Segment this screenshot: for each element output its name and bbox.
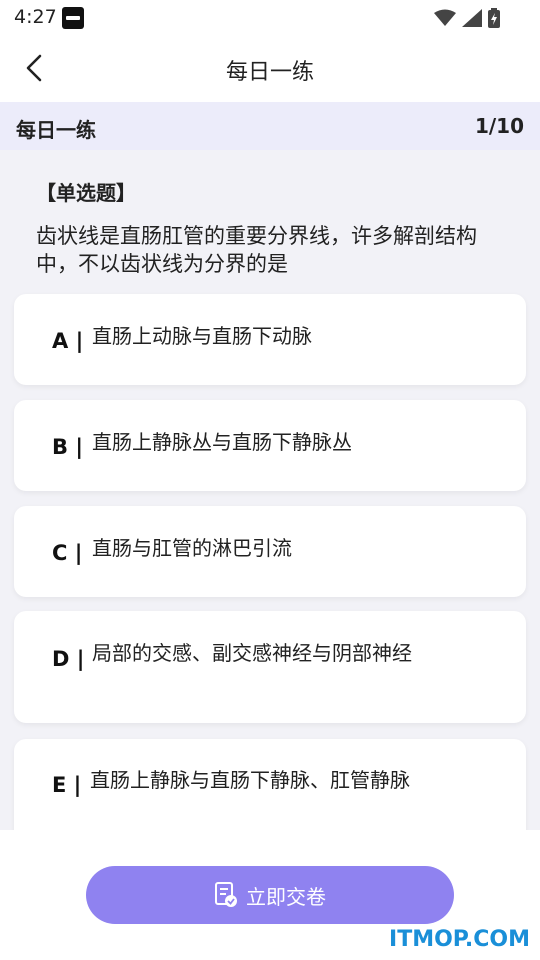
option-d[interactable]: D | 局部的交感、副交感神经与阴部神经 [14, 611, 526, 723]
option-text: 直肠与肛管的淋巴引流 [92, 536, 292, 560]
status-time: 4:27 [14, 6, 57, 28]
option-letter: A | [52, 329, 84, 353]
option-letter: C | [52, 541, 83, 565]
document-check-icon [215, 882, 237, 907]
status-icons [434, 8, 500, 28]
option-text: 直肠上静脉与直肠下静脉、肛管静脉 [90, 768, 410, 792]
option-c[interactable]: C | 直肠与肛管的淋巴引流 [14, 506, 526, 597]
section-title: 每日一练 [16, 118, 96, 142]
option-a[interactable]: A | 直肠上动脉与直肠下动脉 [14, 294, 526, 385]
page-title: 每日一练 [225, 60, 314, 85]
question-progress: 1/10 [474, 114, 524, 138]
option-letter: E | [52, 773, 82, 797]
app-header: 每日一练 [0, 36, 540, 102]
watermark: ITMOP.COM [389, 927, 530, 952]
status-bar: 4:27 [0, 0, 540, 36]
option-letter: D | [52, 647, 85, 671]
battery-icon [488, 8, 500, 28]
option-b[interactable]: B | 直肠上静脉丛与直肠下静脉丛 [14, 400, 526, 491]
option-text: 局部的交感、副交感神经与阴部神经 [92, 641, 412, 665]
signal-icon [462, 9, 482, 27]
option-text: 直肠上动脉与直肠下动脉 [92, 324, 312, 348]
question-type: 【单选题】 [36, 181, 136, 205]
option-letter: B | [52, 435, 83, 459]
submit-button[interactable]: 立即交卷 [86, 866, 454, 924]
bottom-bar: 立即交卷 ITMOP.COM [0, 830, 540, 960]
section-band: 每日一练 1/10 [0, 102, 540, 150]
notification-icon [62, 7, 84, 29]
question-text: 齿状线是直肠肛管的重要分界线，许多解剖结构中，不以齿状线为分界的是 [36, 224, 477, 276]
submit-label: 立即交卷 [246, 884, 326, 909]
option-text: 直肠上静脉丛与直肠下静脉丛 [92, 430, 352, 454]
wifi-icon [434, 9, 456, 26]
